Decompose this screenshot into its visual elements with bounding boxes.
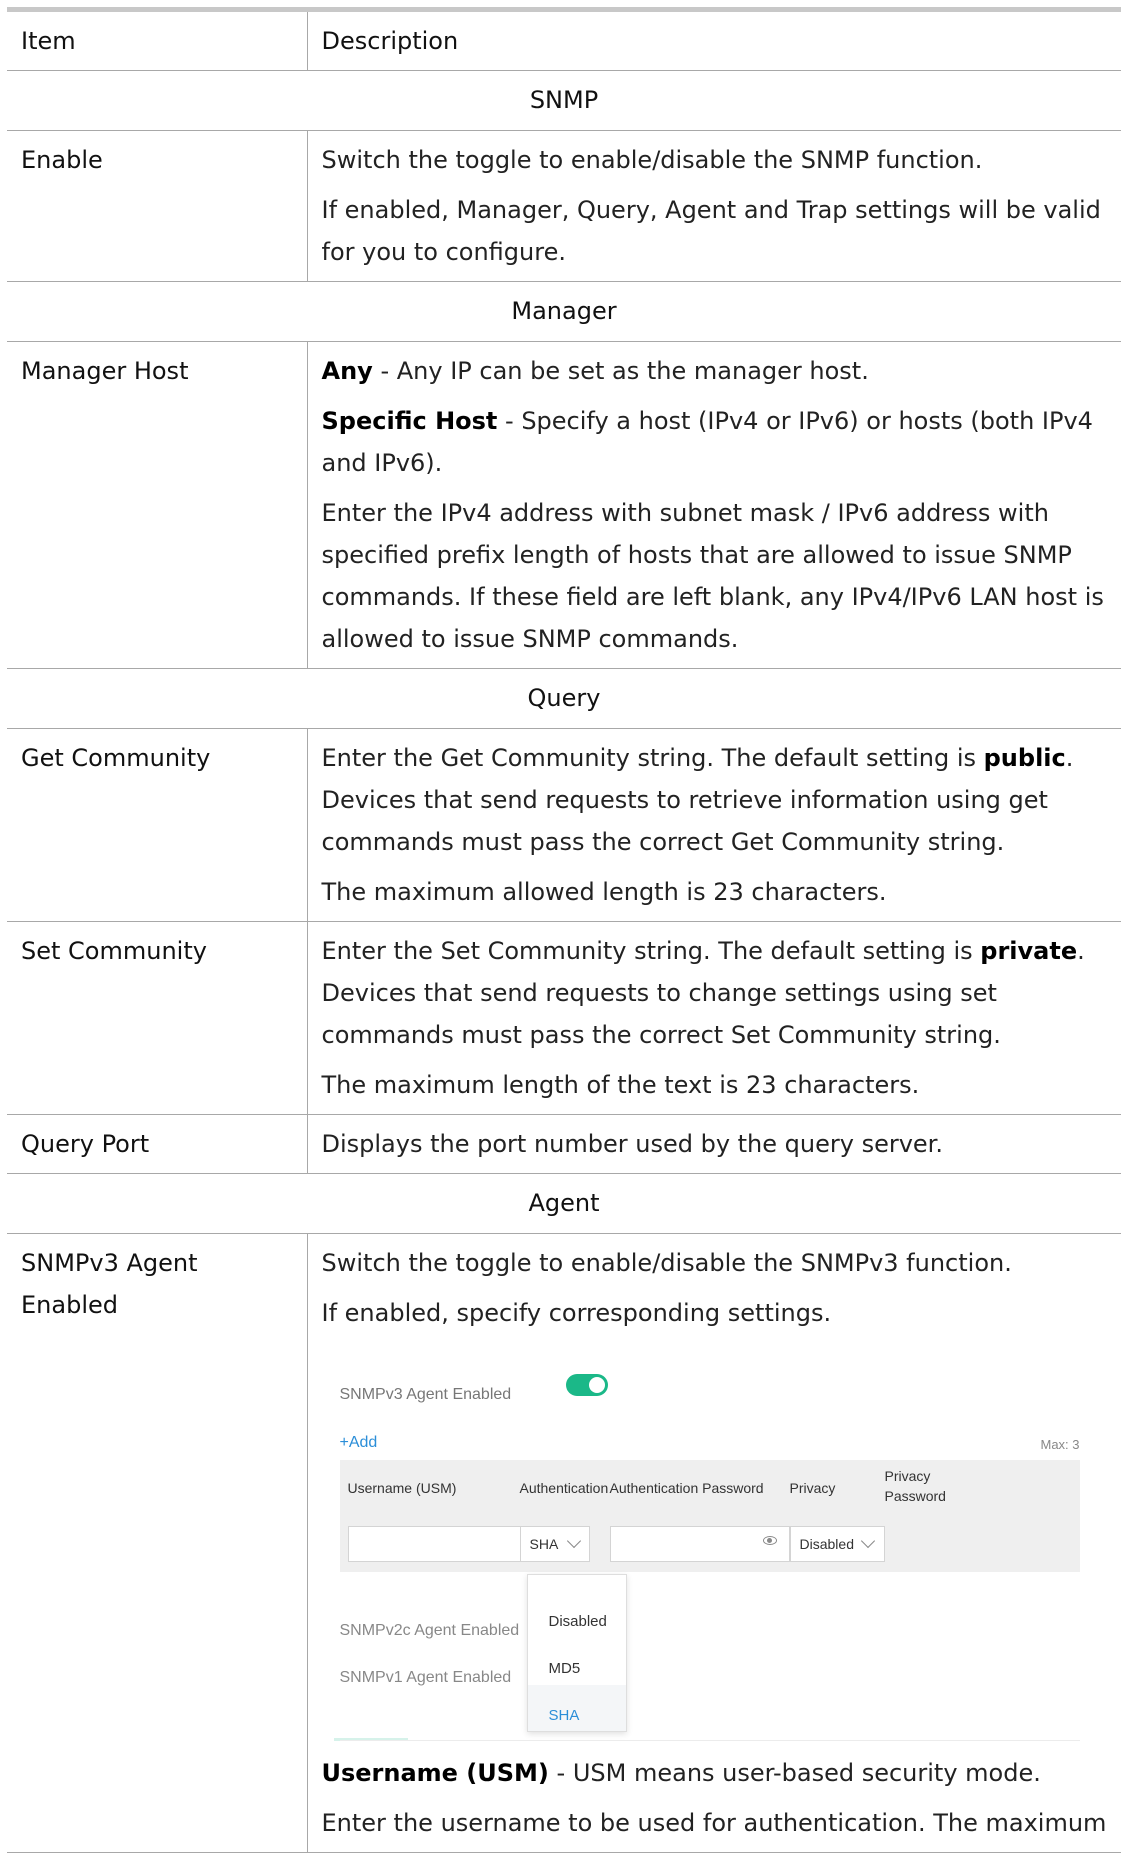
description-query-port: Displays the port number used by the que…: [307, 1114, 1121, 1174]
authentication-select-value: SHA: [529, 1536, 559, 1552]
description-get-community: Enter the Get Community string. The defa…: [307, 728, 1121, 922]
option-md5[interactable]: MD5: [549, 1648, 581, 1690]
item-query-port: Query Port: [7, 1114, 308, 1174]
table-row: Set Community Enter the Set Community st…: [7, 921, 1121, 1115]
item-snmpv3-agent-enabled: SNMPv3 Agent Enabled: [7, 1233, 308, 1853]
description-paragraph: The maximum allowed length is 23 charact…: [321, 878, 887, 906]
authentication-password-input[interactable]: [609, 1526, 790, 1562]
term-any: Any: [321, 357, 373, 385]
table-row: Query Port Displays the port number used…: [7, 1114, 1121, 1174]
option-sha[interactable]: SHA: [549, 1695, 580, 1737]
table-row: Get Community Enter the Get Community st…: [7, 728, 1121, 922]
description-paragraph: Username (USM) - USM means user-based se…: [322, 1752, 1108, 1794]
section-row-query: Query: [7, 668, 1121, 729]
authentication-select[interactable]: SHA: [519, 1526, 590, 1562]
term-specific-host: Specific Host: [321, 407, 498, 435]
section-title-agent: Agent: [7, 1173, 1121, 1234]
section-title-query: Query: [7, 668, 1121, 729]
description-paragraph: Displays the port number used by the que…: [321, 1130, 943, 1158]
section-title-manager: Manager: [7, 281, 1121, 342]
description-paragraph: The maximum length of the text is 23 cha…: [321, 1071, 920, 1099]
snmpv1-label: SNMPv1 Agent Enabled: [339, 1669, 512, 1686]
description-paragraph: Switch the toggle to enable/disable the …: [321, 146, 983, 174]
description-paragraph: Enter the Set Community string. The defa…: [322, 930, 1108, 1056]
text-fragment: Enter the Set Community string. The defa…: [321, 937, 981, 965]
table-header-row: Item Description: [7, 9, 1121, 71]
description-paragraph: Switch the toggle to enable/disable the …: [321, 1249, 1012, 1277]
item-enable: Enable: [7, 130, 308, 282]
column-authentication-password: Authentication Password: [609, 1480, 764, 1496]
snmpv3-toggle[interactable]: [565, 1374, 608, 1396]
snmpv3-label: SNMPv3 Agent Enabled: [339, 1386, 512, 1403]
section-row-manager: Manager: [7, 281, 1121, 342]
term-any-text: - Any IP can be set as the manager host.: [372, 357, 869, 385]
document-page: Item Description SNMP Enable Switch the …: [0, 0, 1124, 1853]
term-username-usm: Username (USM): [321, 1759, 549, 1787]
snmpv2c-label: SNMPv2c Agent Enabled: [339, 1622, 520, 1639]
chevron-down-icon: [566, 1533, 581, 1549]
authentication-dropdown-menu: Disabled MD5 SHA: [526, 1574, 627, 1732]
item-manager-host: Manager Host: [7, 341, 308, 669]
table-row: Manager Host Any - Any IP can be set as …: [7, 341, 1121, 669]
item-get-community: Get Community: [7, 728, 308, 922]
description-enable: Switch the toggle to enable/disable the …: [307, 130, 1121, 282]
description-paragraph: Enter the IPv4 address with subnet mask …: [321, 499, 1104, 653]
column-header-description: Description: [307, 9, 1121, 71]
table-row: Enable Switch the toggle to enable/disab…: [7, 130, 1121, 282]
description-manager-host: Any - Any IP can be set as the manager h…: [307, 341, 1121, 669]
toggle-knob: [588, 1377, 605, 1393]
section-row-agent: Agent: [7, 1173, 1121, 1234]
chevron-down-icon: [860, 1533, 875, 1549]
description-paragraph: Enter the Get Community string. The defa…: [322, 737, 1108, 863]
divider: [339, 1740, 1080, 1741]
column-authentication: Authentication: [519, 1480, 609, 1496]
column-username: Username (USM): [347, 1480, 457, 1496]
description-paragraph: Enter the username to be used for authen…: [321, 1809, 1107, 1837]
section-row-snmp: SNMP: [7, 70, 1121, 131]
privacy-select-value: Disabled: [799, 1536, 854, 1552]
eye-icon[interactable]: [762, 1536, 777, 1545]
item-set-community: Set Community: [7, 921, 308, 1115]
default-value-private: private: [980, 937, 1078, 965]
description-paragraph: If enabled, Manager, Query, Agent and Tr…: [321, 196, 1101, 266]
embedded-ui-screenshot: SNMPv3 Agent Enabled +Add Max: 3 Usernam…: [322, 1342, 1090, 1742]
description-snmpv3: Switch the toggle to enable/disable the …: [307, 1233, 1121, 1853]
section-title-snmp: SNMP: [7, 70, 1121, 131]
usm-table-header: Username (USM) Authentication Authentica…: [339, 1460, 1080, 1572]
text-fragment: Enter the Get Community string. The defa…: [321, 744, 984, 772]
option-disabled[interactable]: Disabled: [549, 1601, 607, 1643]
table-row: SNMPv3 Agent Enabled Switch the toggle t…: [7, 1233, 1121, 1853]
description-paragraph: Any - Any IP can be set as the manager h…: [322, 350, 1108, 392]
column-privacy-password: Privacy Password: [884, 1468, 946, 1504]
description-set-community: Enter the Set Community string. The defa…: [307, 921, 1121, 1115]
privacy-select[interactable]: Disabled: [789, 1526, 885, 1562]
add-button[interactable]: +Add: [340, 1422, 378, 1464]
snmp-description-table: Item Description SNMP Enable Switch the …: [7, 7, 1121, 1853]
username-input[interactable]: [347, 1526, 532, 1562]
term-username-usm-text: - USM means user-based security mode.: [548, 1759, 1041, 1787]
column-header-item: Item: [7, 9, 308, 71]
column-privacy: Privacy: [789, 1480, 836, 1496]
description-paragraph: Specific Host - Specify a host (IPv4 or …: [322, 400, 1108, 484]
default-value-public: public: [983, 744, 1066, 772]
description-paragraph: If enabled, specify corresponding settin…: [321, 1299, 832, 1327]
